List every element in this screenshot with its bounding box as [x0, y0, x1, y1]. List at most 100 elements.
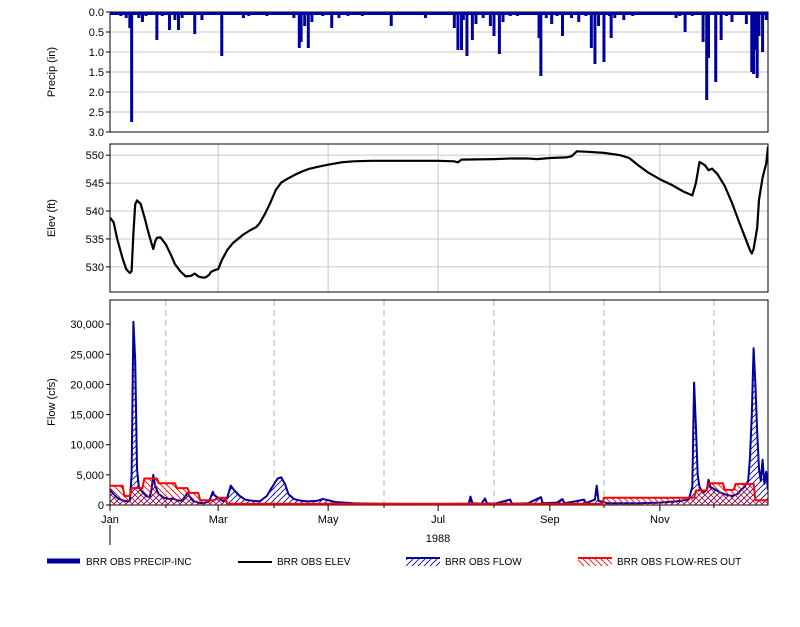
precip-tick-label: 0.0: [89, 7, 104, 19]
precip-bar: [229, 12, 233, 14]
precip-tick-label: 2.5: [89, 107, 104, 119]
flow-series: [110, 320, 768, 505]
precip-bar: [683, 12, 687, 32]
elev-tick-label: 535: [86, 234, 104, 246]
flow-tick-label: 5,000: [76, 470, 104, 482]
x-tick-label: Mar: [209, 514, 228, 526]
precip-bar: [149, 12, 153, 14]
elev-tick-label: 550: [86, 150, 104, 162]
precip-bar: [602, 12, 606, 62]
precip-bar: [757, 12, 761, 36]
precip-bar: [761, 12, 765, 52]
legend-item-flow: BRR OBS FLOW: [406, 557, 522, 568]
precip-bar: [144, 12, 148, 16]
x-tick-label: May: [318, 514, 339, 526]
precip-bar: [140, 12, 144, 22]
precip-bar: [481, 12, 485, 18]
precip-bar: [292, 12, 296, 18]
precip-y-axis-label: Precip (in): [46, 47, 58, 97]
precip-bar: [560, 12, 564, 36]
precip-bar: [303, 12, 307, 26]
precip-bar: [177, 12, 181, 30]
elev-line-series: [110, 146, 768, 279]
precip-tick-label: 1.0: [89, 47, 104, 59]
precip-bar: [310, 12, 314, 22]
flow-tick-label: 20,000: [70, 379, 104, 391]
legend-item-elev: BRR OBS ELEV: [238, 557, 351, 568]
precip-bar: [597, 12, 601, 26]
precip-bar: [593, 12, 597, 64]
precip-bar: [470, 12, 474, 40]
x-tick-label: Jul: [431, 514, 445, 526]
legend-label-res-out: BRR OBS FLOW-RES OUT: [617, 557, 741, 568]
precip-bar: [735, 12, 739, 14]
precip-bar: [501, 12, 505, 22]
precip-bar: [609, 12, 613, 38]
precip-bar: [465, 12, 469, 56]
precip-bar: [584, 12, 588, 16]
precip-bar: [577, 12, 581, 22]
flow-y-ticks: 0 5,000 10,000 15,000 20,000 25,000 30,000: [70, 319, 110, 512]
precip-bar: [526, 12, 530, 14]
precip-bar: [631, 12, 635, 16]
elev-line: [110, 146, 768, 279]
precip-bar: [622, 12, 626, 20]
precip-bar: [701, 12, 705, 42]
legend-swatch-flow: [406, 558, 440, 566]
precip-bar: [346, 12, 350, 16]
flow-tick-label: 10,000: [70, 440, 104, 452]
precip-bar: [321, 12, 325, 16]
precip-bar: [173, 12, 177, 20]
elev-tick-label: 540: [86, 206, 104, 218]
precip-bar: [124, 12, 128, 18]
elev-tick-label: 545: [86, 178, 104, 190]
elev-grid: [109, 144, 768, 292]
precip-bar: [640, 12, 644, 14]
precip-bar: [113, 12, 117, 14]
precip-bar: [389, 12, 393, 26]
precip-bar: [398, 12, 402, 14]
precip-bar: [272, 12, 276, 14]
precip-bar: [555, 12, 559, 16]
precip-bar: [663, 12, 667, 14]
precip-bar: [241, 12, 245, 18]
precip-bar: [719, 12, 723, 40]
precip-bar: [492, 12, 496, 36]
precip-bar: [167, 12, 171, 30]
precip-tick-label: 0.5: [89, 27, 104, 39]
precip-bar: [193, 12, 197, 34]
flow-tick-label: 15,000: [70, 410, 104, 422]
x-tick-label: Sep: [540, 514, 560, 526]
elev-tick-label: 530: [86, 262, 104, 274]
x-axis-year-label: 1988: [426, 533, 450, 545]
precip-bar: [550, 12, 554, 24]
precip-y-ticks: 0.0 0.5 1.0 1.5 2.0 2.5 3.0: [89, 7, 110, 139]
precip-bar: [474, 12, 478, 24]
precip-bar: [137, 12, 141, 18]
precip-bar: [299, 12, 303, 42]
precip-panel: 0.0 0.5 1.0 1.5 2.0 2.5 3.0 Precip (in): [46, 7, 769, 139]
precip-bar: [589, 12, 593, 48]
legend: BRR OBS PRECIP-INC BRR OBS ELEV BRR OBS …: [47, 557, 741, 568]
hydrograph-chart: 0.0 0.5 1.0 1.5 2.0 2.5 3.0 Precip (in) 530 535…: [46, 7, 769, 568]
precip-bar: [180, 12, 184, 18]
precip-bar: [508, 12, 512, 16]
precip-bar: [678, 12, 682, 16]
precip-bar: [488, 12, 492, 26]
elev-y-ticks: 530 535 540 545 550: [86, 150, 110, 274]
elev-y-axis-label: Elev (ft): [46, 199, 58, 237]
precip-bar: [119, 12, 123, 16]
precip-bar: [744, 12, 748, 24]
precip-bar: [690, 12, 694, 16]
flow-tick-label: 30,000: [70, 319, 104, 331]
precip-bar: [714, 12, 718, 82]
flow-y-axis-label: Flow (cfs): [46, 378, 58, 426]
flow-tick-label: 25,000: [70, 349, 104, 361]
precip-bar: [764, 12, 768, 20]
precip-bar: [360, 12, 364, 16]
elev-plot-frame: [109, 143, 769, 293]
precip-bar: [725, 12, 729, 16]
precip-bar: [337, 12, 341, 18]
flow-obs-fill: [110, 321, 768, 505]
precip-tick-label: 3.0: [89, 127, 104, 139]
